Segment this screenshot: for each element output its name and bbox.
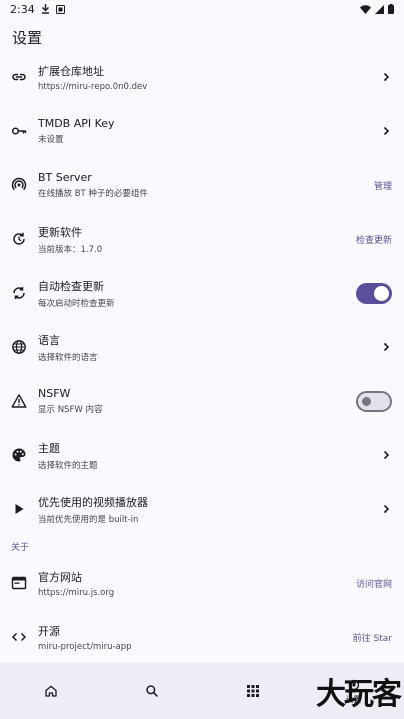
chevron-right-icon [383,126,390,136]
chevron-right-icon [383,504,390,514]
signal-icon [375,4,384,14]
auto-update-toggle[interactable] [356,282,392,304]
setting-title: 官方网站 [38,570,82,584]
globe-icon [11,339,27,355]
setting-title: 自动检查更新 [38,279,104,293]
about-open-source: 开源 miru-project/miru-app 前往 Star [0,610,404,664]
setting-title: 开源 [38,624,60,638]
setting-subtitle: 显示 NSFW 内容 [38,405,103,415]
link-icon [11,69,27,85]
setting-title: 扩展仓库地址 [38,64,104,78]
setting-theme[interactable]: 主题 选择软件的主题 [0,428,404,482]
sync-icon [11,285,27,301]
browser-icon [11,575,27,591]
setting-subtitle: https://miru.js.org [38,587,115,598]
setting-subtitle: 选择软件的语言 [38,352,98,363]
home-icon [44,685,57,697]
palette-icon [11,447,27,463]
setting-subtitle: 当前优先使用的是 built-in [38,514,139,525]
warning-icon [11,393,27,409]
grid-icon [246,685,259,697]
star-button[interactable]: 前往 Star [353,631,392,644]
toggle-knob [374,285,389,301]
setting-subtitle: 未设置 [38,135,64,145]
check-update-button[interactable]: 检查更新 [356,233,392,246]
battery-icon [388,4,394,14]
watermark-logo: 大玩客 [316,677,402,712]
nav-grid[interactable] [202,684,303,698]
setting-video-player[interactable]: 优先使用的视频播放器 当前优先使用的是 built-in [0,482,404,536]
nav-home[interactable] [0,684,101,698]
setting-title: 主题 [38,441,60,455]
play-icon [11,501,27,517]
chevron-right-icon [383,72,390,82]
status-bar: 2:34 [0,0,404,18]
key-icon [11,123,27,139]
setting-title: TMDB API Key [38,117,115,130]
setting-title: BT Server [38,171,92,184]
notification-icon [55,4,65,14]
chevron-right-icon [383,450,390,460]
wifi-icon [360,4,371,14]
setting-title: 语言 [38,333,60,347]
setting-title: 优先使用的视频播放器 [38,495,148,509]
setting-bt-server: BT Server 在线播放 BT 种子的必要组件 管理 [0,158,404,212]
about-website: 官方网站 https://miru.js.org 访问官网 [0,556,404,610]
nsfw-toggle[interactable] [356,390,392,412]
setting-subtitle: https://miru-repo.0n0.dev [38,81,148,92]
setting-nsfw: NSFW 显示 NSFW 内容 [0,374,404,428]
setting-title: 更新软件 [38,225,82,239]
manage-button[interactable]: 管理 [374,179,392,192]
setting-language[interactable]: 语言 选择软件的语言 [0,320,404,374]
nav-search[interactable] [101,684,202,698]
visit-website-button[interactable]: 访问官网 [356,577,392,590]
setting-repo-url[interactable]: 扩展仓库地址 https://miru-repo.0n0.dev [0,50,404,104]
about-section-header: 关于 [11,543,30,553]
chevron-right-icon [383,342,390,352]
toggle-knob [362,396,371,406]
setting-subtitle: 选择软件的主题 [38,460,98,471]
setting-update: 更新软件 当前版本：1.7.0 检查更新 [0,212,404,266]
settings-list: 扩展仓库地址 https://miru-repo.0n0.dev TMDB AP… [0,50,404,664]
setting-title: NSFW [38,387,71,400]
setting-subtitle: 每次启动时检查更新 [38,298,115,309]
status-time: 2:34 [10,2,35,16]
setting-auto-update: 自动检查更新 每次启动时检查更新 [0,266,404,320]
setting-subtitle: 在线播放 BT 种子的必要组件 [38,189,148,199]
code-icon [11,629,27,645]
search-icon [145,685,158,697]
setting-tmdb-key[interactable]: TMDB API Key 未设置 [0,104,404,158]
setting-subtitle: 当前版本：1.7.0 [38,244,103,255]
setting-subtitle: miru-project/miru-app [38,641,132,652]
download-icon [41,4,49,14]
update-icon [11,231,27,247]
broadcast-icon [11,177,27,193]
